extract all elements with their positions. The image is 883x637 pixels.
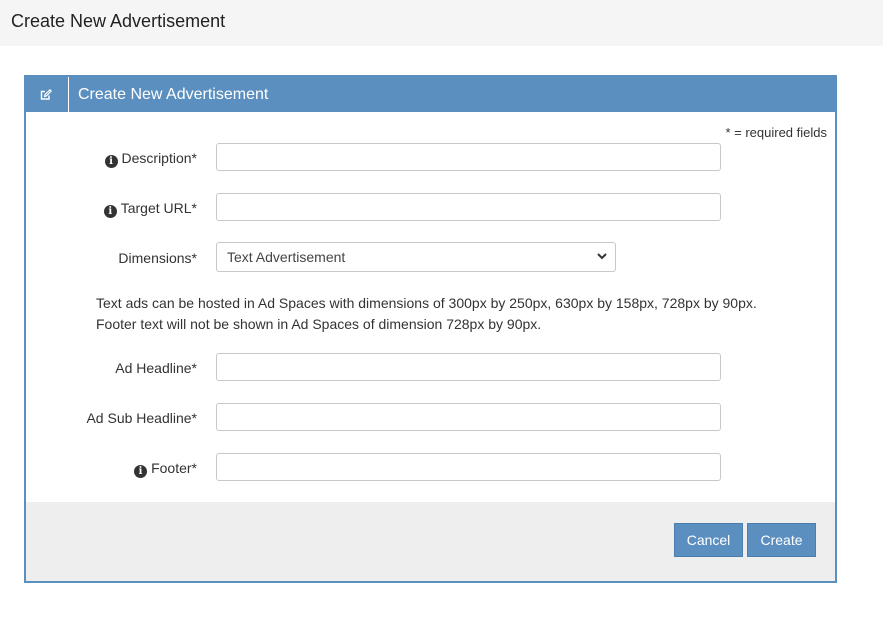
page-header: Create New Advertisement bbox=[0, 0, 883, 46]
description-input[interactable] bbox=[216, 143, 721, 171]
dimensions-selected-value: Text Advertisement bbox=[227, 249, 346, 265]
required-fields-note: * = required fields bbox=[725, 125, 827, 140]
ad-sub-headline-input[interactable] bbox=[216, 403, 721, 431]
target-url-label: i Target URL* bbox=[26, 200, 197, 218]
help-line-1: Text ads can be hosted in Ad Spaces with… bbox=[96, 295, 757, 311]
info-icon[interactable]: i bbox=[104, 155, 118, 168]
panel-title: Create New Advertisement bbox=[78, 86, 269, 103]
ad-headline-label: Ad Headline* bbox=[115, 360, 197, 376]
create-ad-panel: Create New Advertisement * = required fi… bbox=[24, 75, 837, 583]
page-title: Create New Advertisement bbox=[11, 11, 226, 31]
footer-input[interactable] bbox=[216, 453, 721, 481]
footer-label: i Footer* bbox=[26, 460, 197, 478]
create-button[interactable]: Create bbox=[747, 523, 816, 557]
dimensions-select[interactable]: Text Advertisement bbox=[216, 242, 616, 272]
ad-headline-input[interactable] bbox=[216, 353, 721, 381]
help-line-2: Footer text will not be shown in Ad Spac… bbox=[96, 316, 542, 332]
panel-header: Create New Advertisement bbox=[26, 77, 835, 112]
panel-icon-box bbox=[26, 77, 69, 112]
dimensions-label: Dimensions* bbox=[118, 250, 197, 266]
target-url-input[interactable] bbox=[216, 193, 721, 221]
dimensions-help-text: Text ads can be hosted in Ad Spaces with… bbox=[96, 293, 757, 335]
info-icon[interactable]: i bbox=[134, 465, 148, 478]
chevron-down-icon bbox=[597, 253, 607, 260]
cancel-button[interactable]: Cancel bbox=[674, 523, 743, 557]
edit-icon bbox=[40, 89, 52, 100]
description-label: i Description* bbox=[26, 150, 197, 168]
ad-sub-headline-label: Ad Sub Headline* bbox=[86, 410, 197, 426]
info-icon[interactable]: i bbox=[103, 205, 117, 218]
panel-footer: Cancel Create bbox=[26, 502, 835, 581]
